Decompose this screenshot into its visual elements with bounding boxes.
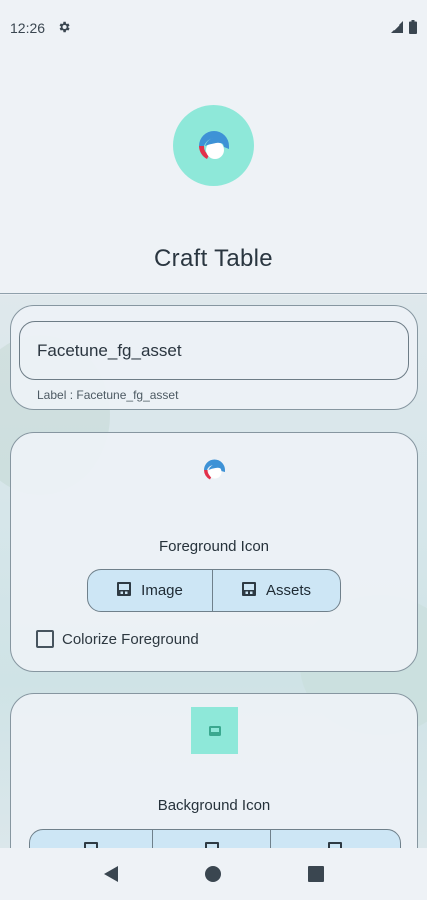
colorize-foreground-checkbox[interactable] (36, 630, 54, 648)
status-bar: 12:26 (0, 0, 427, 56)
foreground-card: Foreground Icon Image Assets Colorize Fo… (10, 432, 418, 672)
content-scroll[interactable]: Facetune_fg_asset Label : Facetune_fg_as… (0, 295, 427, 848)
foreground-assets-label: Assets (266, 582, 312, 599)
background-source-group (29, 829, 401, 848)
label-input-value: Facetune_fg_asset (37, 340, 182, 360)
label-helper-text: Label : Facetune_fg_asset (37, 388, 179, 402)
foreground-image-button[interactable]: Image (88, 570, 214, 611)
back-icon[interactable] (91, 854, 131, 894)
background-option-3-button[interactable] (271, 830, 400, 848)
signal-icon (391, 20, 403, 36)
background-preview-icon (191, 707, 238, 754)
foreground-preview-icon (201, 456, 228, 483)
colorize-foreground-row[interactable]: Colorize Foreground (36, 630, 199, 648)
colorize-foreground-label: Colorize Foreground (62, 630, 199, 648)
image-icon (117, 581, 132, 600)
assets-icon (242, 581, 256, 600)
foreground-image-label: Image (141, 582, 183, 599)
app-title: Craft Table (154, 245, 273, 272)
background-title: Background Icon (157, 797, 271, 814)
home-icon[interactable] (193, 854, 233, 894)
system-nav-bar (0, 848, 427, 900)
status-time: 12:26 (10, 20, 46, 36)
battery-icon (409, 19, 417, 37)
background-option-1-button[interactable] (30, 830, 154, 848)
foreground-source-group: Image Assets (87, 569, 341, 612)
background-card: Background Icon (10, 693, 418, 848)
label-card: Facetune_fg_asset Label : Facetune_fg_as… (10, 305, 418, 410)
recents-icon[interactable] (296, 854, 336, 894)
facetune-logo-icon (173, 105, 254, 186)
background-option-2-button[interactable] (153, 830, 271, 848)
foreground-assets-button[interactable]: Assets (213, 570, 340, 611)
label-input[interactable]: Facetune_fg_asset (19, 321, 409, 380)
foreground-title: Foreground Icon (158, 538, 270, 555)
gear-icon (57, 20, 71, 37)
